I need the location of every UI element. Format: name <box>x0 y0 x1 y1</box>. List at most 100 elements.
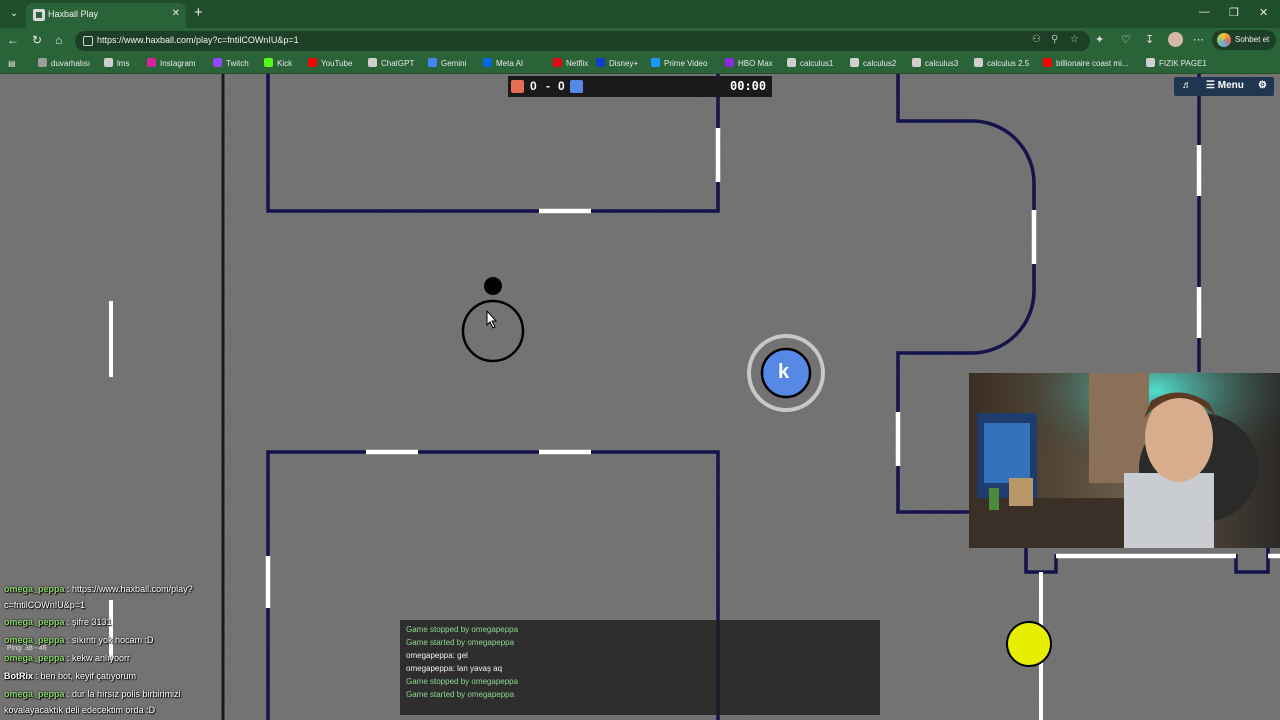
player-avatar-letter: k <box>778 361 790 383</box>
twitch-chat-username: omega_peppa <box>4 653 65 663</box>
bookmark-label: Meta AI <box>496 59 524 68</box>
yellow-ball <box>1006 621 1052 667</box>
black-ball <box>484 277 502 295</box>
chat-log-line: omegapeppa: gel <box>406 651 468 660</box>
downloads-icon[interactable]: ↧ <box>1145 33 1154 46</box>
chat-log-line: Game started by omegapeppa <box>406 638 515 647</box>
minimize-icon[interactable]: — <box>1199 6 1210 18</box>
twitch-chat-message: : şifre 3131 <box>64 617 112 627</box>
webcam-image <box>969 373 1280 548</box>
bookmark-label: calculus1 <box>800 59 834 68</box>
bookmark-label: calculus 2.5 <box>987 59 1030 68</box>
tab-search-icon[interactable]: ⌄ <box>6 6 22 22</box>
bookmark-item[interactable]: Netflix <box>553 57 588 70</box>
site-info-icon[interactable] <box>83 36 93 46</box>
profile-avatar[interactable] <box>1168 32 1183 47</box>
twitch-chat-line: omega_peppa : dur la hırsız polis birbir… <box>4 689 181 700</box>
zoom-icon[interactable]: ⚲ <box>1051 34 1058 45</box>
bookmark-item[interactable]: billionaire coast mi... <box>1043 57 1128 70</box>
url-text[interactable]: https://www.haxball.com/play?c=fntilCOWn… <box>97 35 299 45</box>
browser-essentials-icon[interactable]: ♡ <box>1121 33 1131 46</box>
game-timer: 00:00 <box>730 79 767 93</box>
bookmark-item[interactable]: Disney+ <box>596 57 638 70</box>
blue-score: 0 <box>558 79 565 93</box>
red-team-icon <box>511 80 524 93</box>
new-tab-icon[interactable]: + <box>194 5 203 21</box>
bookmark-item[interactable]: Instagram <box>147 57 196 70</box>
home-icon[interactable]: ⌂ <box>55 33 62 47</box>
bookmark-label: billionaire coast mi... <box>1056 59 1129 68</box>
bookmark-item[interactable]: Gemini <box>428 57 466 70</box>
twitch-chat-message: : kekw anlıyoorr <box>64 653 131 663</box>
chat-log-line: Game started by omegapeppa <box>406 690 515 699</box>
chat-log-line: Game stopped by omegapeppa <box>406 625 519 634</box>
twitch-chat-line: omega_peppa : kekw anlıyoorr <box>4 653 130 664</box>
settings-icon[interactable]: ⚙ <box>1258 80 1267 91</box>
bookmark-label: Kick <box>277 59 293 68</box>
bookmark-item[interactable]: Kick <box>264 57 292 70</box>
bookmark-label: Disney+ <box>609 59 639 68</box>
bookmark-favicon-icon <box>787 58 796 67</box>
close-window-icon[interactable]: ✕ <box>1259 6 1268 19</box>
navigation-bar: ← ↻ ⌂ https://www.haxball.com/play?c=fnt… <box>0 28 1280 53</box>
twitch-chat-message: kovalayacaktık deli edecektim orda :D <box>4 705 156 715</box>
game-canvas[interactable]: k 0 - 0 00:00 ♬ ☰ Menu ⚙ Game stopped by… <box>0 74 1280 720</box>
bookmark-favicon-icon <box>428 58 437 67</box>
bookmark-favicon-icon <box>483 58 492 67</box>
webcam-overlay <box>969 373 1280 548</box>
translate-icon[interactable]: ⚇ <box>1032 34 1041 45</box>
bookmark-item[interactable]: duvarhalısı <box>38 57 90 70</box>
twitch-chat-username: omega_peppa <box>4 689 65 699</box>
twitch-chat-username: omega_peppa <box>4 584 65 594</box>
sound-icon[interactable]: ♬ <box>1182 80 1192 91</box>
bookmark-item[interactable]: calculus1 <box>787 57 833 70</box>
twitch-chat-message: : ben bot, keyif çatıyorum <box>33 671 137 681</box>
twitch-chat-message: : sıkıntı yok hocam :D <box>64 635 154 645</box>
bookmark-label: Instagram <box>160 59 196 68</box>
bookmarks-menu-icon[interactable]: ▤ <box>8 57 16 70</box>
twitch-chat-line: c=fntilCOWnIU&p=1 <box>4 600 85 611</box>
blue-team-icon <box>570 80 583 93</box>
bookmark-item[interactable]: calculus2 <box>850 57 896 70</box>
extensions-icon[interactable]: ✦ <box>1095 33 1104 46</box>
bookmark-item[interactable]: HBO Max <box>725 57 773 70</box>
restore-icon[interactable]: ❐ <box>1229 6 1239 19</box>
bookmarks-bar: ▤ duvarhalısı lms Instagram Twitch Kick YouTu… <box>0 53 1280 74</box>
bookmark-label: YouTube <box>321 59 353 68</box>
bookmark-favicon-icon <box>264 58 273 67</box>
bookmark-item[interactable]: calculus3 <box>912 57 958 70</box>
bookmark-item[interactable]: calculus 2.5 <box>974 57 1029 70</box>
bookmark-item[interactable]: lms <box>104 57 129 70</box>
copilot-label: Sohbet et <box>1235 35 1270 44</box>
bookmark-label: duvarhalısı <box>51 59 91 68</box>
copilot-button[interactable]: Sohbet et <box>1212 30 1276 50</box>
tab-haxball[interactable]: Haxball Play ✕ <box>26 3 186 28</box>
bookmark-favicon-icon <box>147 58 156 67</box>
twitch-chat-message: c=fntilCOWnIU&p=1 <box>4 600 86 610</box>
menu-button[interactable]: ☰ Menu <box>1206 80 1244 91</box>
bookmark-item[interactable]: Prime Video <box>651 57 707 70</box>
bookmark-favicon-icon <box>1146 58 1155 67</box>
haxball-favicon-icon <box>33 9 45 21</box>
twitch-chat-message: : https://www.haxball.com/play? <box>64 584 193 594</box>
bookmark-item[interactable]: YouTube <box>308 57 352 70</box>
twitch-chat-line: omega_peppa : https://www.haxball.com/pl… <box>4 584 193 595</box>
address-bar[interactable]: https://www.haxball.com/play?c=fntilCOWn… <box>75 31 1090 51</box>
bookmark-item[interactable]: Meta AI <box>483 57 523 70</box>
bookmark-item[interactable]: FIZIK PAGE1 <box>1146 57 1207 70</box>
favorite-star-icon[interactable]: ☆ <box>1070 34 1079 45</box>
twitch-chat-username: BotRix <box>4 671 33 681</box>
bookmark-item[interactable]: Twitch <box>213 57 249 70</box>
bookmark-item[interactable]: ChatGPT <box>368 57 414 70</box>
more-options-icon[interactable]: ⋯ <box>1193 33 1204 46</box>
bookmark-favicon-icon <box>725 58 734 67</box>
bookmark-favicon-icon <box>912 58 921 67</box>
red-score: 0 <box>530 79 537 93</box>
reload-icon[interactable]: ↻ <box>32 33 42 47</box>
back-icon[interactable]: ← <box>7 33 19 47</box>
close-tab-icon[interactable]: ✕ <box>172 8 180 19</box>
twitch-chat-message: : dur la hırsız polis birbirimizi <box>64 689 181 699</box>
bookmark-favicon-icon <box>1043 58 1052 67</box>
game-controls: ♬ ☰ Menu ⚙ <box>1174 77 1274 96</box>
copilot-icon <box>1217 33 1231 47</box>
